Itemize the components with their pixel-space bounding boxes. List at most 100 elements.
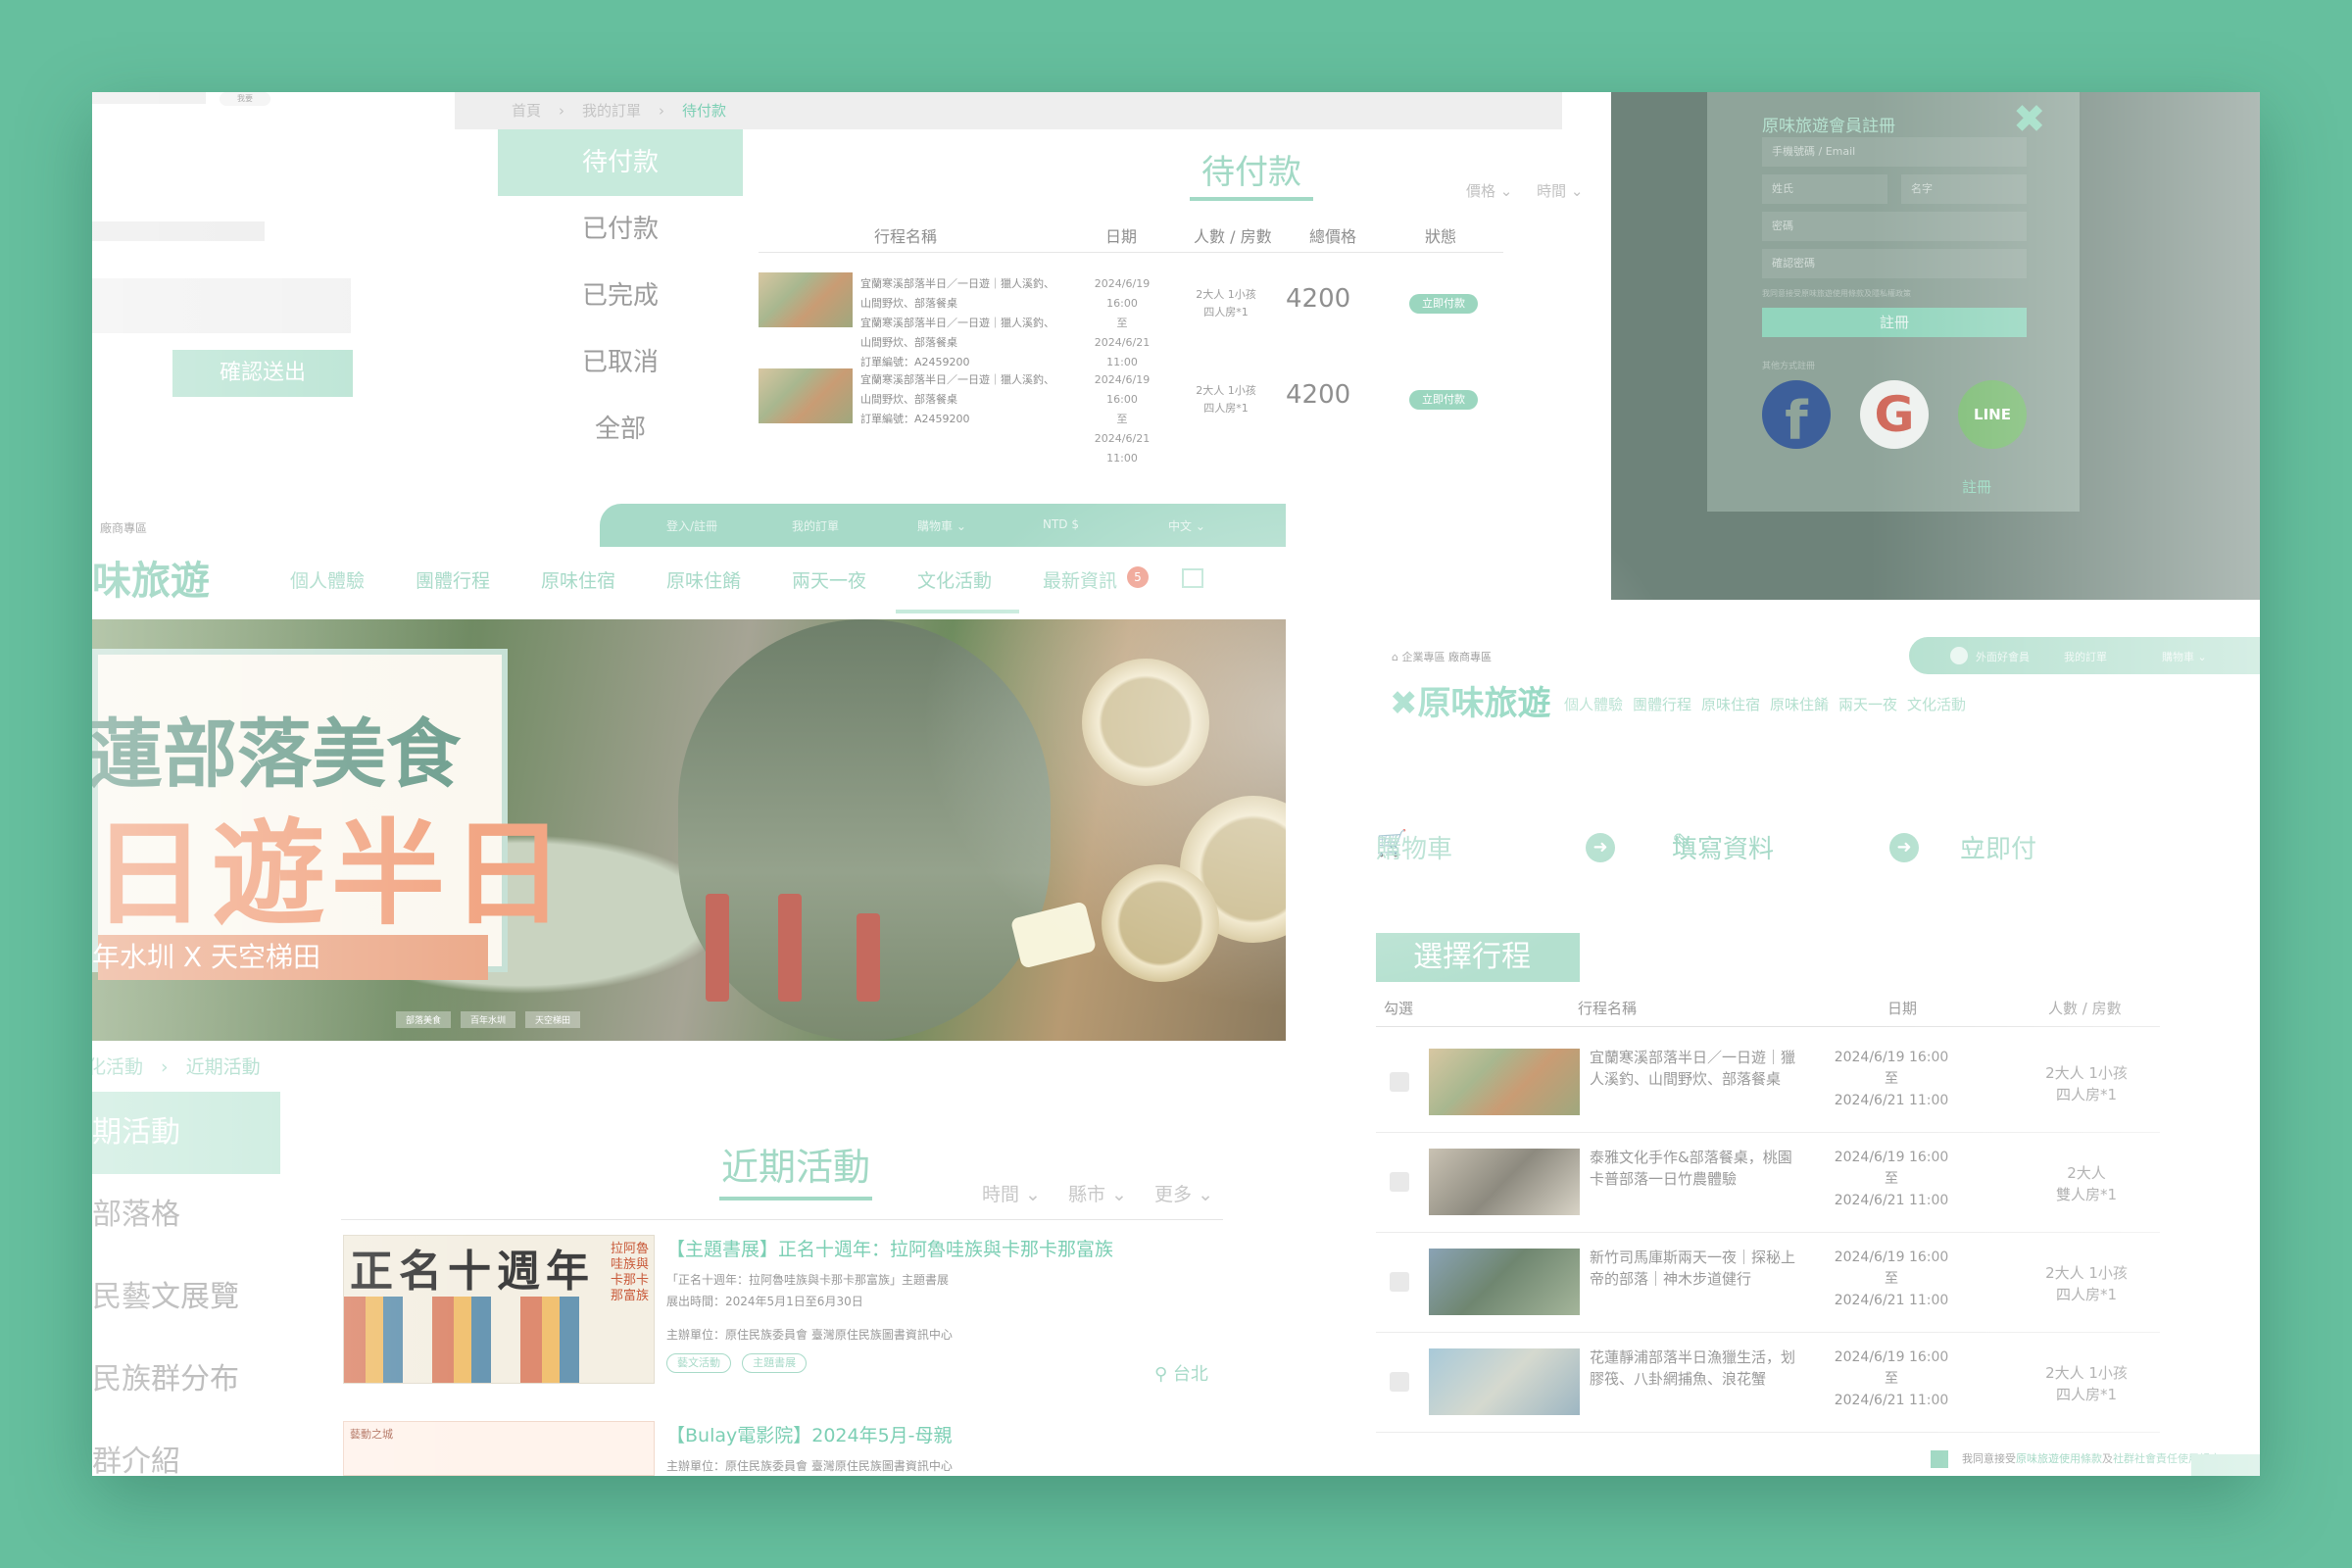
member-link[interactable]: 外面好會員	[1976, 649, 2030, 664]
line-icon[interactable]: LINE	[1958, 380, 2027, 449]
first-name-field[interactable]: 名字	[1901, 174, 2027, 204]
orders-page: 首頁 › 我的訂單 › 待付款 待付款 已付款 已完成 已取消 全部 待付款 價格 ⌄ …	[455, 92, 1660, 484]
filter-time[interactable]: 時間 ⌄	[982, 1184, 1041, 1205]
col-trip-name: 行程名稱	[874, 227, 938, 246]
next-step-button[interactable]	[2191, 1454, 2260, 1476]
trip-thumbnail	[1429, 1149, 1580, 1215]
avatar[interactable]	[1950, 647, 1968, 664]
pay-now-button[interactable]: 立即付款	[1409, 294, 1478, 314]
menu-distribution[interactable]: 原住民族群分布	[92, 1339, 280, 1421]
breadcrumb-home[interactable]: 首頁	[512, 102, 541, 120]
trip-people: 2大人 1小孩 四人房*1	[2045, 1064, 2128, 1103]
cart-dropdown[interactable]: 購物車 ⌄	[917, 517, 966, 534]
nav-active-indicator	[896, 610, 1019, 613]
nav-culture[interactable]: 文化活動	[917, 566, 992, 593]
tag-arts[interactable]: 藝文活動	[666, 1353, 731, 1373]
close-icon[interactable]: ✖	[2013, 100, 2046, 139]
menu-cancelled[interactable]: 已取消	[498, 329, 743, 396]
trip-date: 2024/6/19 16:00 至 2024/6/21 11:00	[1834, 1050, 1949, 1108]
register-submit-button[interactable]: 註冊	[1762, 308, 2027, 337]
sort-price[interactable]: 價格 ⌄	[1466, 182, 1512, 200]
trip-thumbnail	[1429, 1348, 1580, 1415]
text-input[interactable]	[92, 278, 351, 333]
pin-icon: ⚲	[1154, 1364, 1173, 1385]
menu-recent-activities[interactable]: 近期活動	[92, 1092, 280, 1174]
order-status-menu: 待付款 已付款 已完成 已取消 全部	[498, 129, 743, 463]
trip-name[interactable]: 新竹司馬庫斯兩天一夜｜探秘上帝的部落｜神木步道健行	[1590, 1247, 1801, 1290]
password-field[interactable]: 密碼	[1762, 212, 2027, 241]
trip-date: 2024/6/19 16:00 至 2024/6/21 11:00	[1834, 1349, 1949, 1408]
select-checkbox[interactable]	[1390, 1072, 1409, 1092]
nav-culture[interactable]: 文化活動	[1907, 694, 1966, 714]
nav-news[interactable]: 最新資訊	[1043, 566, 1117, 593]
breadcrumb-culture[interactable]: 文化活動	[92, 1053, 143, 1079]
select-checkbox[interactable]	[1390, 1272, 1409, 1292]
nav-food[interactable]: 原味住餚	[1770, 694, 1829, 714]
menu-all[interactable]: 全部	[498, 396, 743, 463]
last-name-field[interactable]: 姓氏	[1762, 174, 1887, 204]
top-utility-bar: 登入/註冊 我的訂單 購物車 ⌄ NTD $ 中文 ⌄	[600, 504, 1286, 547]
menu-pending-payment[interactable]: 待付款	[498, 129, 743, 196]
nav-two-days[interactable]: 兩天一夜	[792, 566, 866, 593]
login-register-link[interactable]: 登入/註冊	[666, 517, 717, 534]
cart-row: 泰雅文化手作&部落餐桌，桃園卡普部落一日竹農體驗 2024/6/19 16:00…	[1376, 1133, 2160, 1233]
filter-more[interactable]: 更多 ⌄	[1154, 1184, 1213, 1205]
nav-personal[interactable]: 個人體驗	[290, 566, 365, 593]
logo-icon: ✖	[1390, 684, 1418, 723]
activity-thumbnail[interactable]: 藝動之城	[343, 1421, 655, 1476]
map-icon[interactable]	[1182, 568, 1203, 588]
sort-time[interactable]: 時間 ⌄	[1537, 182, 1583, 200]
menu-completed[interactable]: 已完成	[498, 263, 743, 329]
facebook-icon[interactable]: f	[1762, 380, 1831, 452]
agree-checkbox[interactable]	[1931, 1450, 1948, 1468]
menu-groups[interactable]: 族群介紹	[92, 1421, 280, 1476]
filter-county[interactable]: 縣市 ⌄	[1068, 1184, 1127, 1205]
menu-exhibitions[interactable]: 原民藝文展覽	[92, 1256, 280, 1339]
nav-group[interactable]: 團體行程	[416, 566, 490, 593]
activity-thumbnail[interactable]: 正名十週年 拉阿魯哇族與卡那卡那富族	[343, 1235, 655, 1384]
arrow-right-icon: ➜	[1889, 833, 1919, 862]
hero-title-card: 花蓮部落美食 一日遊半日 百年水圳 X 天空梯田	[92, 649, 564, 980]
pay-now-button[interactable]: 立即付款	[1409, 390, 1478, 410]
select-checkbox[interactable]	[1390, 1172, 1409, 1192]
select-checkbox[interactable]	[1390, 1372, 1409, 1392]
google-icon[interactable]: G	[1860, 380, 1929, 449]
nav-stay[interactable]: 原味住宿	[541, 566, 615, 593]
trip-name[interactable]: 花蓮靜浦部落半日漁獵生活，划膠筏、八卦網捕魚、浪花蟹	[1590, 1347, 1801, 1390]
menu-paid[interactable]: 已付款	[498, 196, 743, 263]
my-orders-link[interactable]: 我的訂單	[2064, 649, 2107, 664]
currency-select[interactable]: NTD $	[1043, 517, 1079, 531]
activity-title[interactable]: 【主題書展】正名十週年：拉阿魯哇族與卡那卡那富族	[666, 1235, 1294, 1261]
col-people: 人數 / 房數	[2048, 1000, 2122, 1017]
col-trip-name: 行程名稱	[1578, 1000, 1638, 1017]
trip-date: 2024/6/19 16:00 至 2024/6/21 11:00	[1834, 1250, 1949, 1308]
confirm-password-field[interactable]: 確認密碼	[1762, 249, 2027, 278]
phone-email-field[interactable]: 手機號碼 / Email	[1762, 137, 2027, 167]
my-orders-link[interactable]: 我的訂單	[792, 517, 839, 534]
nav-food[interactable]: 原味住餚	[666, 566, 741, 593]
hero-tags: 部落美食 百年水圳 天空梯田	[396, 1011, 590, 1028]
cart-dropdown[interactable]: 購物車 ⌄	[2162, 649, 2207, 664]
language-select[interactable]: 中文 ⌄	[1168, 517, 1205, 534]
site-logo[interactable]: ✖原味旅遊	[1390, 676, 1551, 724]
tag-book-fair[interactable]: 主題書展	[742, 1353, 808, 1373]
cart-row: 花蓮靜浦部落半日漁獵生活，划膠筏、八卦網捕魚、浪花蟹 2024/6/19 16:…	[1376, 1333, 2160, 1433]
nav-two-days[interactable]: 兩天一夜	[1838, 694, 1897, 714]
nav-personal[interactable]: 個人體驗	[1564, 694, 1623, 714]
trip-description: 宜蘭寒溪部落半日／一日遊｜獵人溪釣、 山間野炊、部落餐桌 訂單編號：A24592…	[860, 373, 1054, 425]
page-title: 待付款	[1190, 145, 1313, 201]
site-logo[interactable]: 原味旅遊	[92, 549, 210, 606]
news-count-badge: 5	[1127, 566, 1149, 588]
menu-blog[interactable]: 原味部落格	[92, 1174, 280, 1256]
trip-name[interactable]: 宜蘭寒溪部落半日／一日遊｜獵人溪釣、山間野炊、部落餐桌	[1590, 1047, 1801, 1090]
breadcrumb-orders[interactable]: 我的訂單	[582, 102, 641, 120]
terms-link[interactable]: 原味旅遊使用條款	[2016, 1452, 2102, 1465]
activities-side-menu: 近期活動 原味部落格 原民藝文展覽 原住民族群分布 族群介紹	[92, 1092, 280, 1476]
nav-group[interactable]: 團體行程	[1633, 694, 1691, 714]
confirm-submit-button[interactable]: 確認送出	[172, 350, 353, 397]
nav-stay[interactable]: 原味住宿	[1701, 694, 1760, 714]
register-tab[interactable]: 註冊	[1962, 476, 1991, 497]
enterprise-link[interactable]: 廠商專區	[100, 519, 147, 536]
trip-name[interactable]: 泰雅文化手作&部落餐桌，桃園卡普部落一日竹農體驗	[1590, 1147, 1801, 1190]
activity-title[interactable]: 【Bulay電影院】2024年5月-母親	[666, 1421, 953, 1447]
